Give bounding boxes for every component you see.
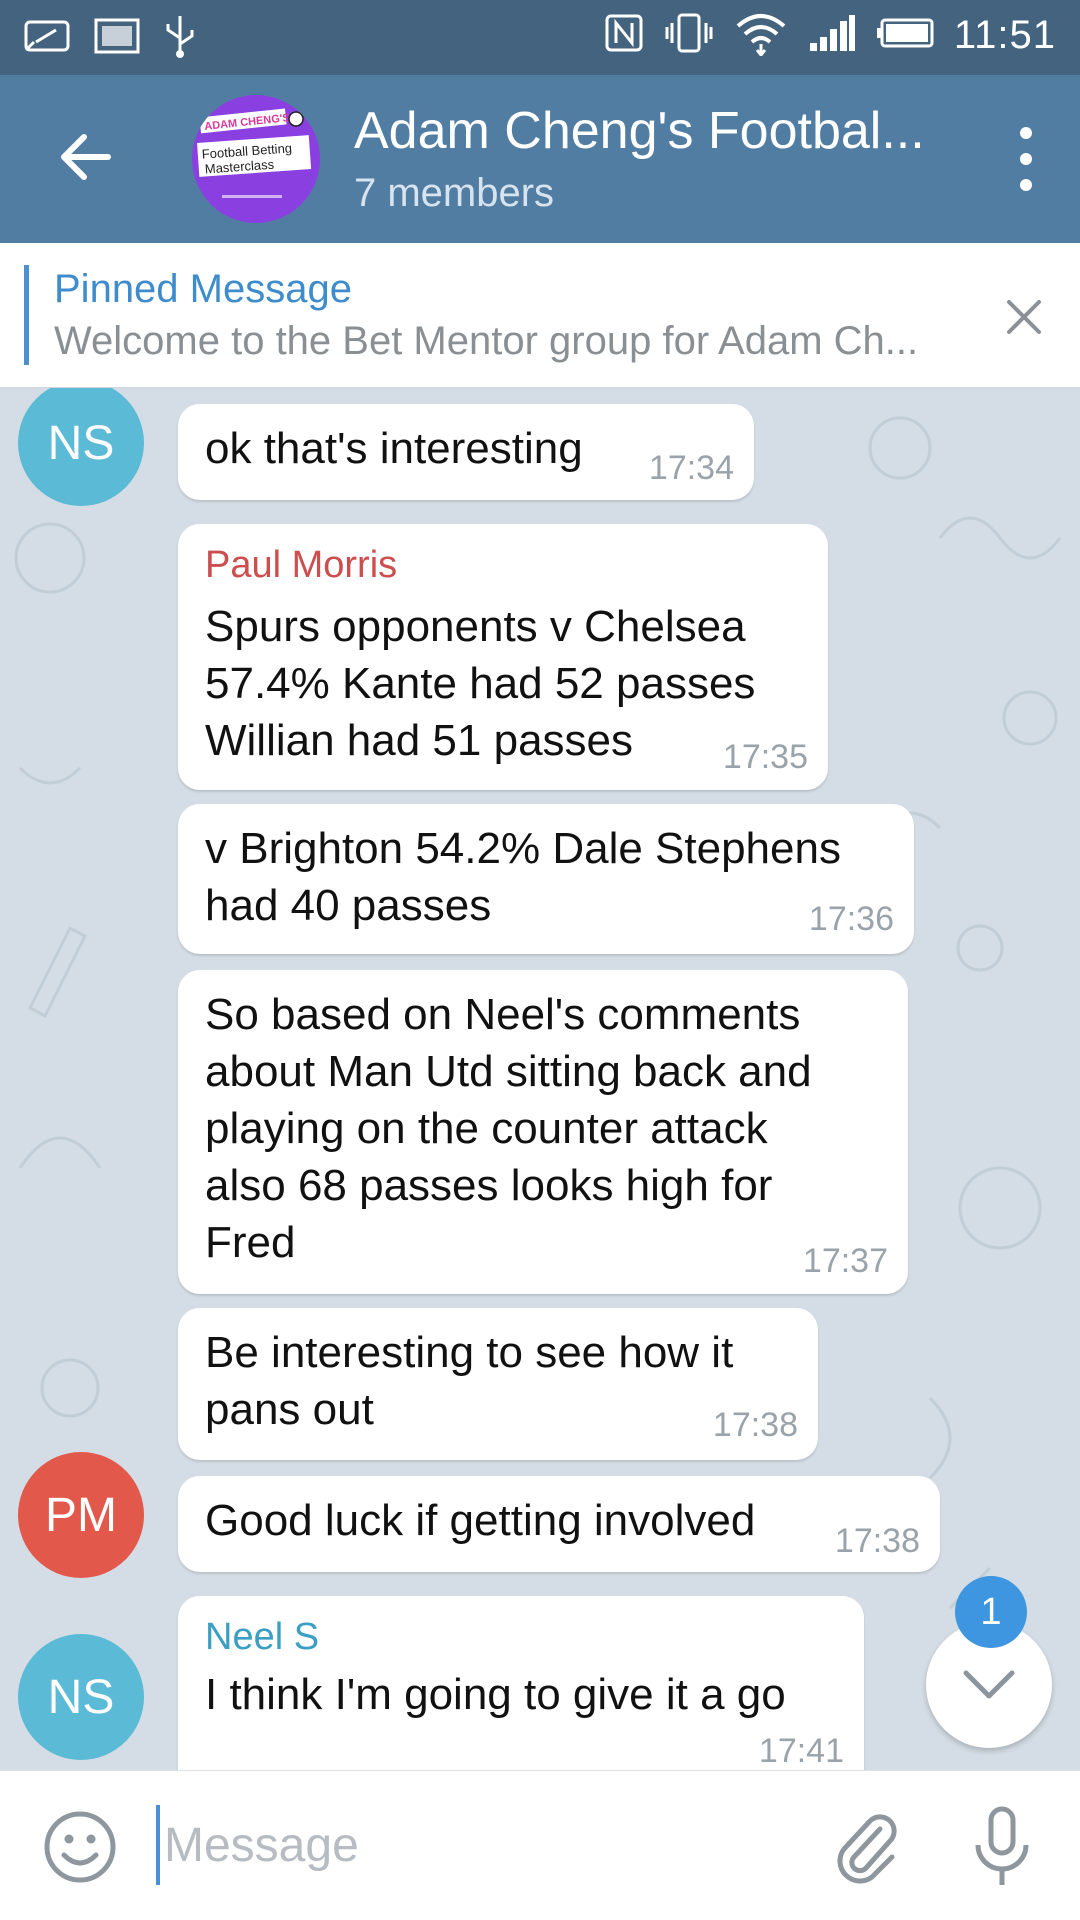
chat-header: ADAM CHENG'S Football Betting Masterclas… [0,75,1080,243]
back-arrow-icon [61,134,111,180]
sender-name: Neel S [205,1616,320,1658]
message-bubble[interactable]: Good luck if getting involved 17:38 [178,1476,940,1572]
group-avatar[interactable]: ADAM CHENG'S Football Betting Masterclas… [192,95,320,223]
message-bubble[interactable]: v Brighton 54.2% Dale Stephens had 40 pa… [178,804,914,954]
attach-button[interactable] [828,1809,904,1885]
back-button[interactable] [46,117,126,197]
message-input[interactable] [156,1805,796,1885]
more-options-button[interactable] [1006,127,1046,191]
message-bubble[interactable]: Paul Morris Spurs opponents v Chelsea 57… [178,524,828,790]
message-text: Good luck if getting involved [205,1496,756,1545]
signal-icon [808,13,856,58]
message-composer [0,1770,1080,1920]
nfc-icon [604,13,644,58]
message-bubble[interactable]: ok that's interesting 17:34 [178,404,754,500]
voice-message-button[interactable] [964,1805,1040,1889]
close-icon [1007,300,1041,334]
message-time: 17:41 [758,1732,844,1770]
member-count: 7 members [354,171,555,215]
message-time: 17:38 [834,1522,920,1560]
battery-icon [876,17,934,54]
vibrate-icon [664,11,714,60]
message-text: So based on Neel's comments about Man Ut… [205,990,812,1267]
avatar[interactable]: PM [18,1452,144,1578]
message-time: 17:35 [722,738,808,776]
pinned-text: Welcome to the Bet Mentor group for Adam… [54,319,919,363]
microphone-icon [975,1806,1029,1885]
message-text: Be interesting to see how it pans out [205,1328,734,1434]
avatar[interactable]: NS [18,1634,144,1760]
close-pinned-button[interactable] [994,287,1054,347]
group-title[interactable]: Adam Cheng's Footbal... [354,101,944,161]
message-time: 17:38 [712,1406,798,1444]
message-text: Spurs opponents v Chelsea 57.4% Kante ha… [205,602,756,765]
emoji-icon [44,1811,116,1883]
paperclip-icon [837,1814,897,1884]
usb-icon [162,14,198,63]
message-time: 17:36 [808,900,894,938]
image-icon [94,16,140,61]
wifi-icon [734,10,788,61]
unread-count-badge: 1 [955,1576,1027,1648]
message-bubble[interactable]: So based on Neel's comments about Man Ut… [178,970,908,1294]
message-list[interactable]: NS ok that's interesting 17:34 Paul Morr… [0,388,1080,1770]
message-text: v Brighton 54.2% Dale Stephens had 40 pa… [205,824,841,930]
chevron-down-icon [963,1670,1015,1699]
message-text: I think I'm going to give it a go [205,1670,786,1719]
clock: 11:51 [953,13,1056,57]
menu-dot [1020,153,1032,165]
message-bubble[interactable]: Be interesting to see how it pans out 17… [178,1308,818,1460]
message-time: 17:34 [648,449,734,487]
menu-dot [1020,179,1032,191]
menu-dot [1020,127,1032,139]
message-time: 17:37 [802,1242,888,1280]
message-bubble[interactable]: Neel S I think I'm going to give it a go… [178,1596,864,1770]
pinned-accent-bar [24,265,29,365]
sender-name: Paul Morris [205,544,398,586]
status-bar: 11:51 [0,0,1080,75]
message-text: ok that's interesting [205,424,583,473]
pinned-message[interactable]: Pinned Message Welcome to the Bet Mentor… [0,243,1080,388]
messaging-icon [22,16,72,61]
emoji-button[interactable] [42,1809,118,1885]
pinned-label: Pinned Message [54,267,352,311]
